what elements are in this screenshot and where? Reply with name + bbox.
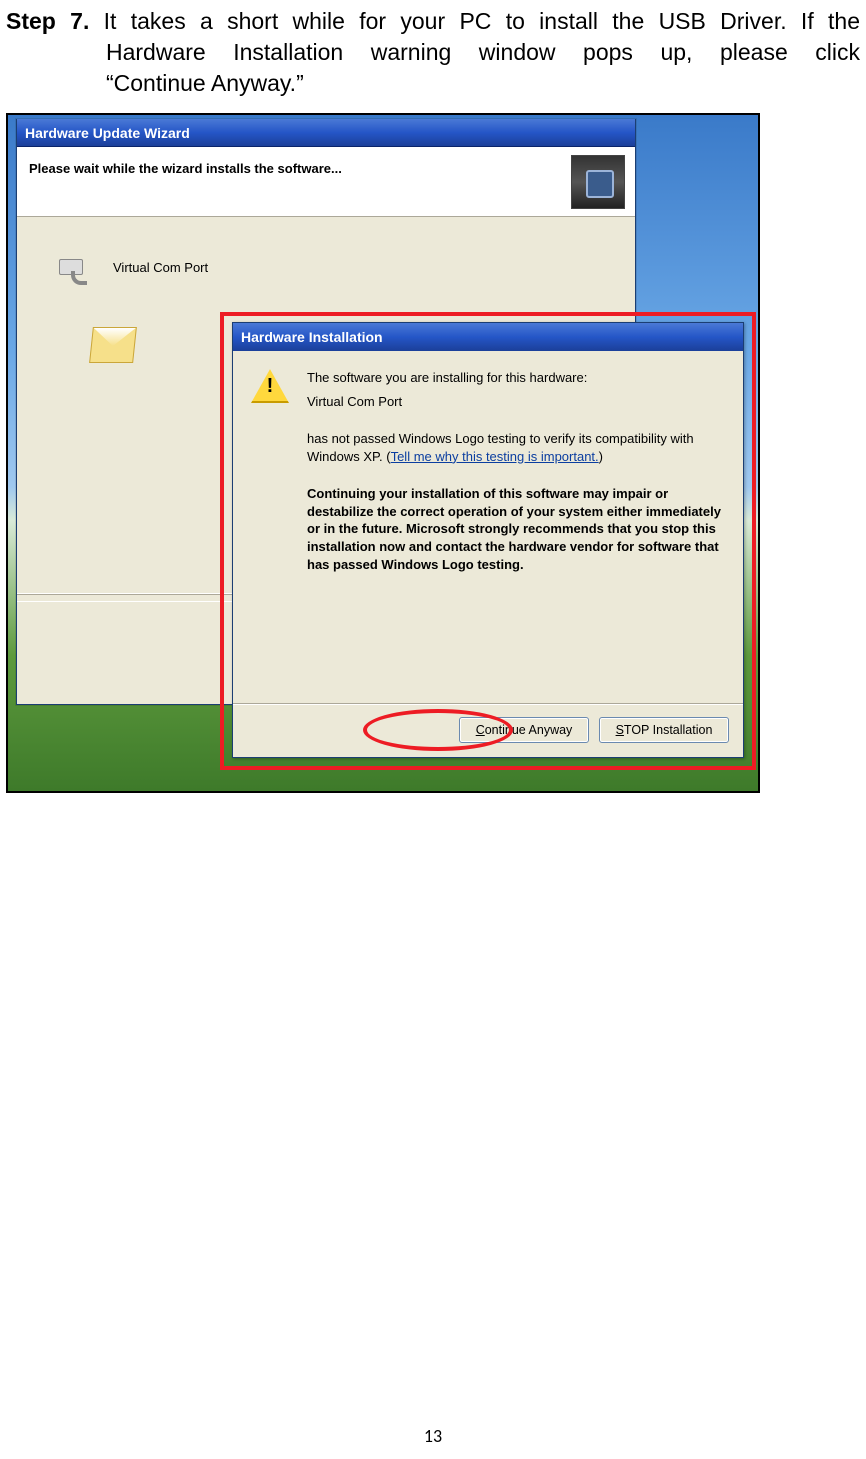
hw-body: The software you are installing for this… [233,351,743,693]
hw-bold-warning: Continuing your installation of this sof… [307,485,725,573]
hw-text: The software you are installing for this… [307,369,725,579]
step-instruction: Step 7. It takes a short while for your … [6,6,860,99]
hw-p2: Virtual Com Port [307,393,725,411]
envelope-icon [89,327,137,363]
hw-button-row: Continue Anyway STOP Installation [233,705,743,757]
logo-testing-link[interactable]: Tell me why this testing is important. [391,449,599,464]
wizard-header-text: Please wait while the wizard installs th… [29,161,623,176]
hw-install-dialog: Hardware Installation The software you a… [232,322,744,758]
step-line2: Hardware Installation warning window pop… [6,37,860,68]
wizard-item-label: Virtual Com Port [113,260,208,275]
step-label: Step 7. [6,8,89,34]
step-line3: “Continue Anyway.” [6,68,860,99]
highlight-ellipse [363,709,513,751]
hw-titlebar: Hardware Installation [233,323,743,351]
step-line1: It takes a short while for your PC to in… [89,8,860,34]
stop-installation-button[interactable]: STOP Installation [599,717,729,743]
wizard-header: Please wait while the wizard installs th… [17,147,635,217]
port-icon [57,247,97,287]
warning-icon [251,369,289,403]
hw-p3: has not passed Windows Logo testing to v… [307,430,725,465]
highlight-box: Hardware Installation The software you a… [220,312,756,770]
wizard-titlebar: Hardware Update Wizard [17,119,635,147]
screenshot-frame: Hardware Update Wizard Please wait while… [6,113,760,793]
hw-p1: The software you are installing for this… [307,369,725,387]
page-number: 13 [0,1425,866,1447]
wizard-item-row: Virtual Com Port [57,247,623,287]
wizard-header-icon [571,155,625,209]
